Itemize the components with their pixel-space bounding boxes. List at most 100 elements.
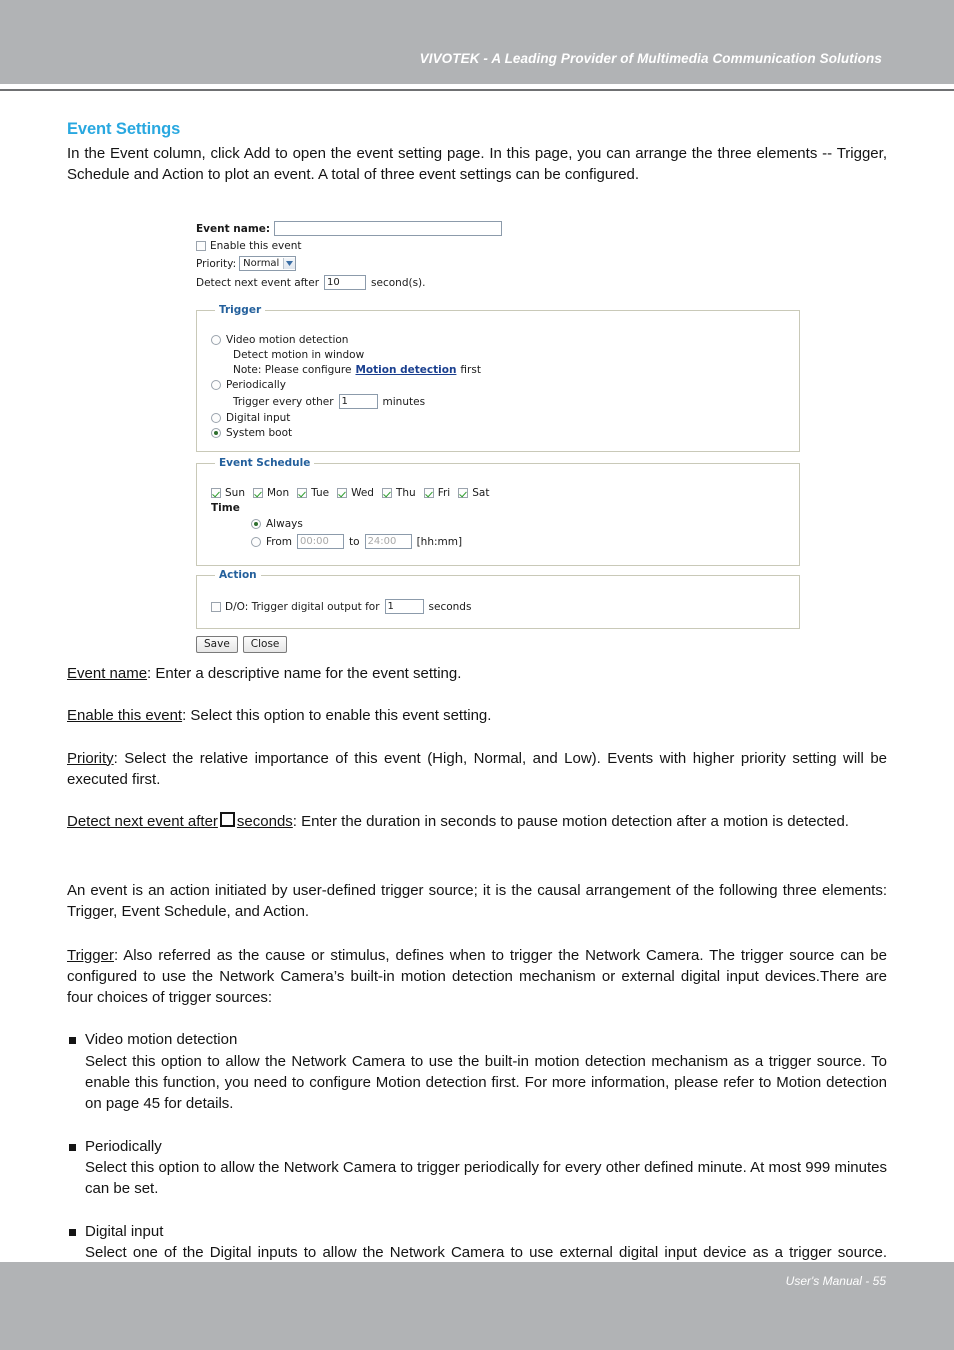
radio-video-motion-detection[interactable] bbox=[211, 335, 221, 345]
event-name-input[interactable] bbox=[274, 221, 503, 236]
trigger-legend: Trigger bbox=[219, 304, 262, 316]
definition-enable-event: Enable this event: Select this option to… bbox=[67, 705, 887, 726]
trigger-option-label: Periodically bbox=[226, 379, 286, 391]
day-label-mon: Mon bbox=[266, 487, 290, 499]
time-always-row[interactable]: Always bbox=[251, 518, 799, 530]
bullet-title-row: Video motion detection bbox=[67, 1029, 887, 1050]
always-label: Always bbox=[266, 518, 303, 530]
explanation-block: An event is an action initiated by user-… bbox=[67, 880, 887, 1284]
trigger-every-other-row: Trigger every other minutes bbox=[233, 394, 799, 409]
bullet-body: Select this option to allow the Network … bbox=[85, 1052, 887, 1113]
note-prefix: Note: Please configure bbox=[233, 364, 352, 376]
day-label-sun: Sun bbox=[225, 487, 245, 499]
definition-body: : Select this option to enable this even… bbox=[182, 707, 492, 725]
day-label-tue: Tue bbox=[311, 487, 330, 499]
definition-body: : Enter the duration in seconds to pause… bbox=[292, 813, 849, 831]
trigger-term: Trigger bbox=[67, 946, 114, 964]
time-range-row[interactable]: From to [hh:mm] bbox=[251, 534, 799, 549]
digital-output-row: D/O: Trigger digital output for seconds bbox=[211, 599, 799, 614]
detect-motion-in-window-row: Detect motion in window bbox=[233, 349, 799, 361]
bullet-title: Video motion detection bbox=[85, 1031, 238, 1049]
definition-priority: Priority: Select the relative importance… bbox=[67, 748, 887, 791]
detect-next-input[interactable] bbox=[324, 275, 367, 290]
trigger-option-label: System boot bbox=[226, 427, 293, 439]
trigger-option-system-boot[interactable]: System boot bbox=[211, 427, 799, 439]
definition-term: Event name bbox=[67, 665, 148, 682]
header-divider-rule bbox=[0, 89, 954, 91]
event-definition-paragraph: An event is an action initiated by user-… bbox=[67, 882, 887, 921]
bullet-title-row: Periodically bbox=[67, 1136, 887, 1157]
priority-row: Priority: Normal bbox=[196, 256, 800, 271]
checkbox-mon[interactable] bbox=[252, 488, 263, 498]
periodic-label-before: Trigger every other bbox=[233, 395, 334, 408]
event-schedule-fieldset: Event Schedule Sun Mon Tue Wed Thu Fri S… bbox=[196, 457, 800, 566]
radio-digital-input[interactable] bbox=[211, 413, 221, 423]
trigger-option-label: Video motion detection bbox=[226, 334, 349, 346]
bullet-title: Periodically bbox=[85, 1137, 162, 1155]
motion-detection-link[interactable]: Motion detection bbox=[355, 364, 456, 376]
bullet-body: Select this option to allow the Network … bbox=[85, 1158, 887, 1198]
definition-term-before: Detect next event after bbox=[67, 813, 218, 831]
radio-system-boot[interactable] bbox=[211, 428, 221, 438]
radio-from-to[interactable] bbox=[251, 536, 261, 547]
trigger-option-digital-input[interactable]: Digital input bbox=[211, 412, 799, 424]
day-label-wed: Wed bbox=[351, 487, 374, 499]
trigger-option-video-motion[interactable]: Video motion detection bbox=[211, 334, 799, 346]
trigger-fieldset: Trigger Video motion detection Detect mo… bbox=[196, 304, 800, 452]
bullet-video-motion-detection: Video motion detection Select this optio… bbox=[67, 1029, 887, 1114]
bullet-title: Digital input bbox=[85, 1222, 164, 1240]
digital-output-seconds-input[interactable] bbox=[384, 599, 424, 614]
periodic-minutes-input[interactable] bbox=[338, 394, 378, 409]
radio-always[interactable] bbox=[251, 519, 261, 529]
time-from-input[interactable] bbox=[297, 534, 345, 549]
trigger-option-periodically[interactable]: Periodically bbox=[211, 379, 799, 391]
detect-next-event-row: Detect next event after second(s). bbox=[196, 275, 800, 290]
day-label-fri: Fri bbox=[437, 487, 451, 499]
trigger-definition-paragraph: Trigger: Also referred as the cause or s… bbox=[67, 945, 887, 1009]
time-format-hint: [hh:mm] bbox=[416, 535, 463, 548]
close-button[interactable]: Close bbox=[242, 636, 288, 653]
priority-select[interactable]: Normal bbox=[239, 256, 297, 271]
page-title: Event Settings bbox=[67, 120, 181, 138]
definition-term-after: seconds bbox=[236, 813, 293, 831]
page-header-band bbox=[0, 0, 954, 84]
definition-term: Priority bbox=[67, 749, 114, 767]
definition-event-name: Event name: Enter a descriptive name for… bbox=[67, 663, 887, 684]
event-name-label: Event name: bbox=[196, 222, 271, 235]
enable-event-row: Enable this event bbox=[196, 240, 800, 252]
note-suffix: first bbox=[460, 364, 481, 376]
radio-periodically[interactable] bbox=[211, 380, 221, 390]
checkbox-digital-output[interactable] bbox=[211, 601, 221, 612]
detect-next-label-after: second(s). bbox=[371, 276, 426, 289]
day-label-thu: Thu bbox=[395, 487, 416, 499]
time-label: Time bbox=[211, 502, 240, 514]
checkbox-sat[interactable] bbox=[458, 488, 469, 498]
time-section-label-row: Time bbox=[211, 502, 799, 514]
bullet-square-icon bbox=[69, 1228, 76, 1236]
event-setting-screenshot: Event name: Enable this event Priority: … bbox=[196, 221, 800, 653]
checkbox-tue[interactable] bbox=[297, 488, 308, 498]
section-intro-paragraph: In the Event column, click Add to open t… bbox=[67, 145, 887, 184]
time-to-input[interactable] bbox=[364, 534, 412, 549]
bullet-periodically: Periodically Select this option to allow… bbox=[67, 1136, 887, 1200]
enable-event-label: Enable this event bbox=[210, 240, 302, 252]
from-label: From bbox=[266, 535, 293, 548]
trigger-body: : Also referred as the cause or stimulus… bbox=[67, 946, 887, 1007]
action-legend: Action bbox=[219, 569, 257, 581]
day-label-sat: Sat bbox=[472, 487, 490, 499]
motion-detection-note-row: Note: Please configure Motion detection … bbox=[233, 364, 799, 376]
bullet-square-icon bbox=[69, 1037, 76, 1045]
checkbox-thu[interactable] bbox=[381, 488, 392, 498]
chevron-down-icon bbox=[283, 258, 296, 269]
save-button[interactable]: Save bbox=[196, 636, 238, 653]
definition-body: : Select the relative importance of this… bbox=[67, 749, 887, 788]
enable-event-checkbox[interactable] bbox=[196, 241, 206, 251]
event-schedule-legend: Event Schedule bbox=[219, 457, 311, 469]
detect-next-label-before: Detect next event after bbox=[196, 276, 320, 289]
definition-body: : Enter a descriptive name for the event… bbox=[147, 665, 462, 682]
checkbox-fri[interactable] bbox=[423, 488, 434, 498]
do-label-before: D/O: Trigger digital output for bbox=[225, 600, 380, 613]
definitions-block: Event name: Enter a descriptive name for… bbox=[67, 663, 887, 832]
checkbox-sun[interactable] bbox=[211, 488, 221, 498]
checkbox-wed[interactable] bbox=[337, 488, 348, 498]
